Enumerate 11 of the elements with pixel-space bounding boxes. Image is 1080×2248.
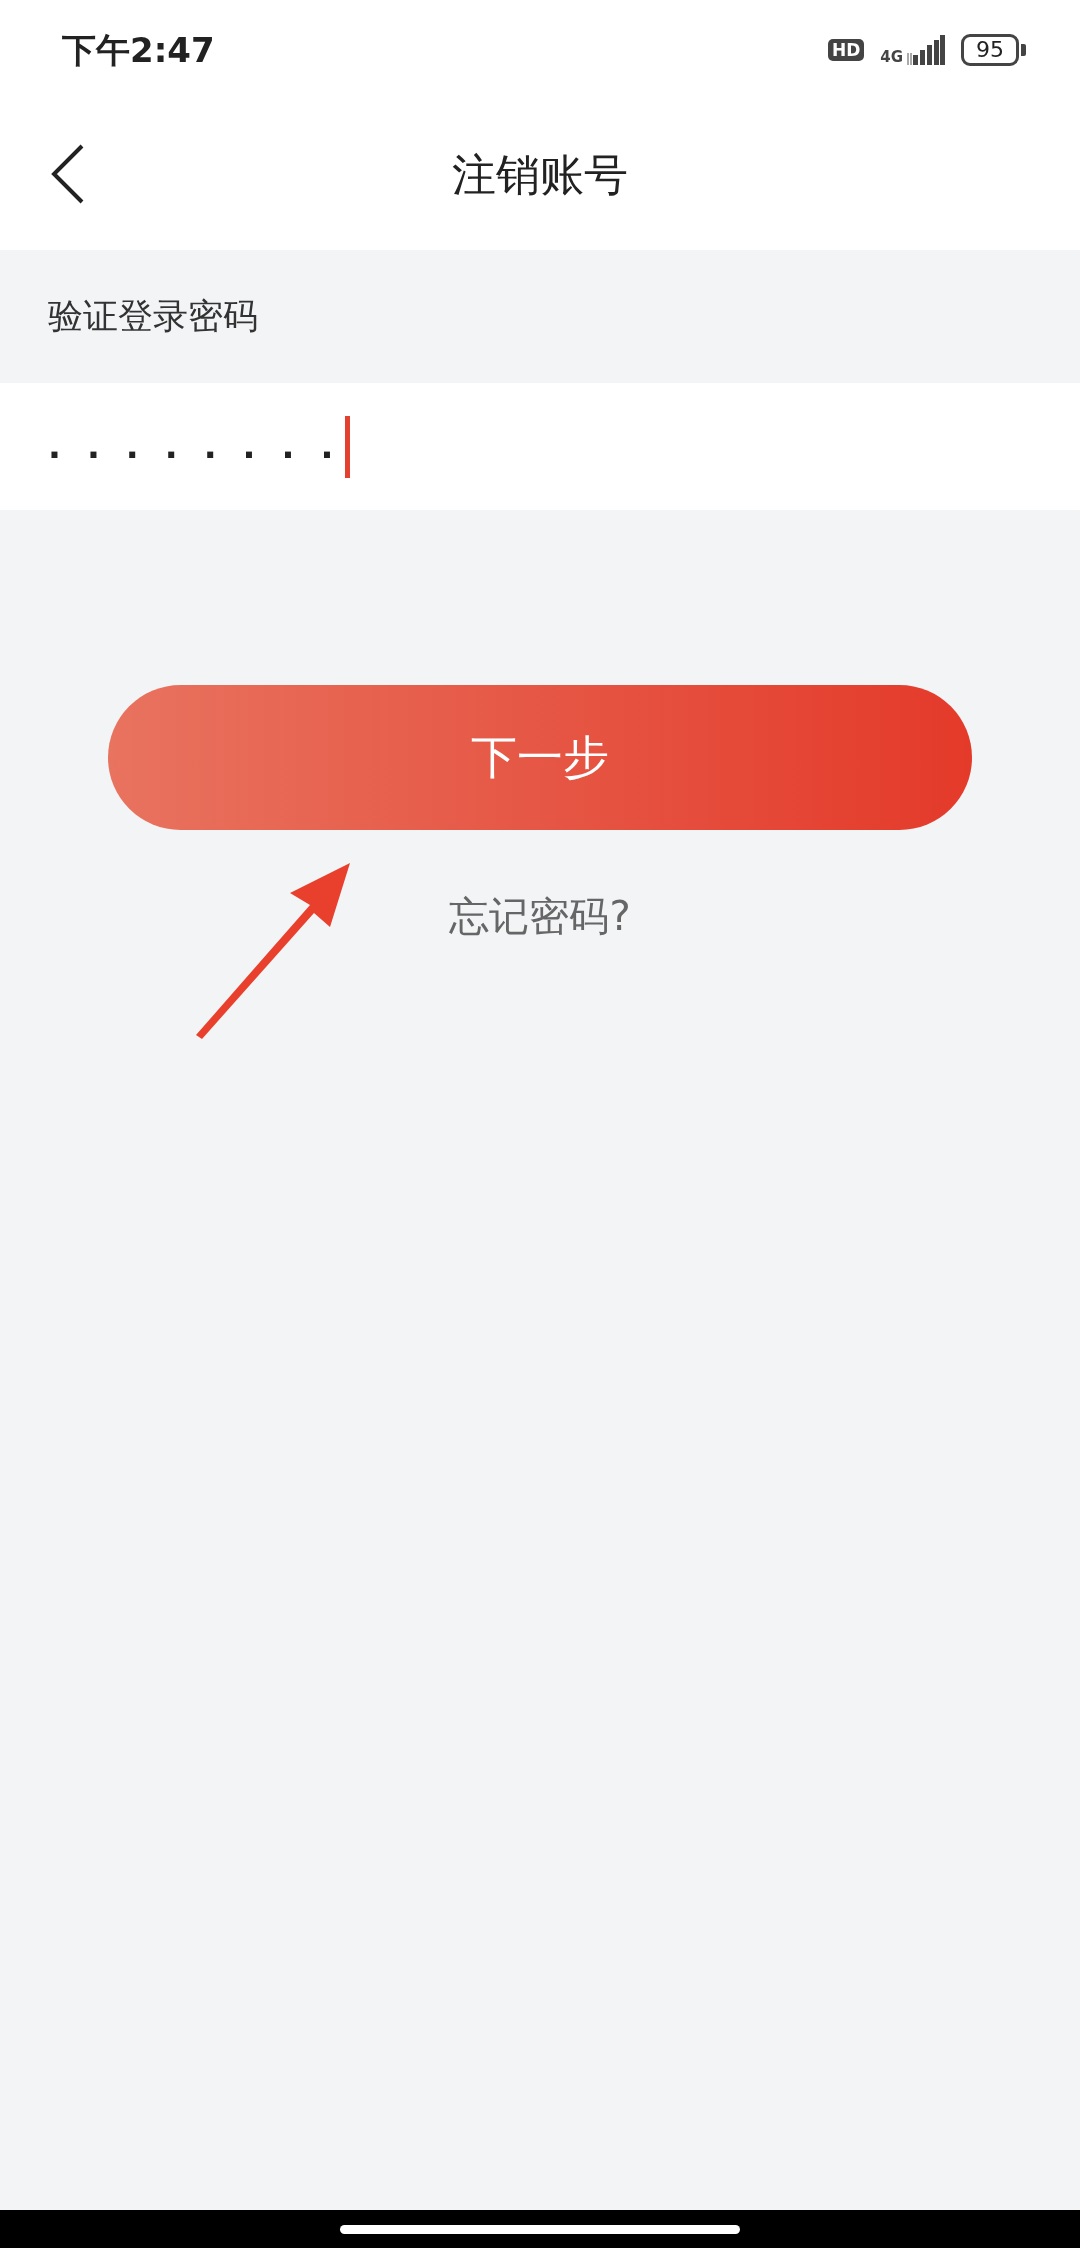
section-label: 验证登录密码 (48, 295, 258, 339)
status-time: 下午2:47 (62, 28, 215, 72)
signal-icon (907, 35, 945, 65)
battery-tip-icon (1021, 44, 1026, 56)
password-input[interactable]: ........ (48, 421, 360, 472)
next-button[interactable]: 下一步 (108, 685, 972, 830)
battery-level: 95 (961, 34, 1019, 66)
page-title: 注销账号 (452, 148, 628, 202)
hd-badge: HD (827, 38, 865, 62)
network-type: 4G (880, 50, 903, 65)
forgot-password-link[interactable]: 忘记密码? (443, 885, 637, 947)
